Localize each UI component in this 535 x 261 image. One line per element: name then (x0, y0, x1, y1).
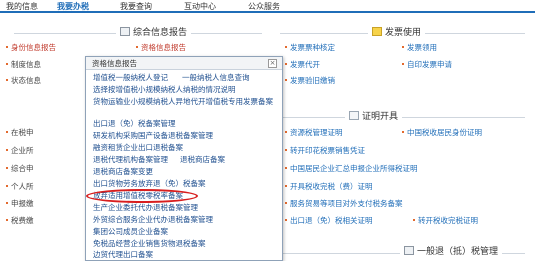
popup-item[interactable]: 退税代理机构备案管理 (93, 155, 168, 165)
section-comprehensive-title: 综合信息报告 (116, 26, 192, 40)
edit-icon (120, 27, 130, 36)
nav-query[interactable]: 我要查询 (120, 1, 152, 12)
certificate-item[interactable]: 中国税收居民身份证明 (402, 127, 482, 138)
left-item[interactable]: 身份信息报告 (6, 42, 56, 53)
invoice-item[interactable]: 发票代开 (285, 59, 320, 70)
invoice-icon (372, 27, 382, 36)
invoice-item[interactable]: 发票验旧缴销 (285, 75, 335, 86)
certificate-icon (349, 111, 359, 120)
popup-header: 资格信息报告 × (86, 57, 282, 70)
close-icon[interactable]: × (268, 59, 277, 68)
nav-public-service[interactable]: 公众服务 (248, 1, 280, 12)
qualification-report-link[interactable]: 资格信息报告 (136, 42, 186, 53)
certificate-item[interactable]: 转开税收完税证明 (413, 215, 478, 226)
popup-item[interactable]: 集团公司成员企业备案 (93, 227, 168, 237)
popup-item[interactable]: 生产企业委托代办退税备案管理 (93, 203, 198, 213)
section-invoice-title: 发票使用 (368, 26, 426, 40)
certificate-item[interactable]: 资源税管理证明 (285, 127, 343, 138)
popup-title: 资格信息报告 (92, 59, 137, 68)
popup-item[interactable]: 一般纳税人信息查询 (182, 73, 250, 83)
popup-item[interactable]: 出口退（免）税备案管理 (93, 119, 176, 129)
certificate-item[interactable]: 开具税收完税（费）证明 (285, 181, 373, 192)
left-item[interactable]: 企业所 (6, 145, 34, 156)
invoice-item[interactable]: 发票领用 (402, 42, 437, 53)
certificate-item[interactable]: 出口退（免）税相关证明 (285, 215, 373, 226)
nav-my-info[interactable]: 我的信息 (6, 1, 38, 12)
certificate-item[interactable]: 中国居民企业汇总申报企业所得税证明 (285, 163, 418, 174)
left-item[interactable]: 状态信息 (6, 75, 41, 86)
nav-tax-handling[interactable]: 我要办税 (57, 1, 89, 12)
top-nav: 我的信息 我要办税 我要查询 互动中心 公众服务 (0, 0, 535, 13)
section-divider (283, 117, 525, 118)
section-general-title: 一般退（抵）税管理 (400, 245, 503, 259)
invoice-item[interactable]: 自印发票申请 (402, 59, 452, 70)
left-item[interactable]: 在税申 (6, 127, 34, 138)
qualification-report-popup: 资格信息报告 × 增值税一般纳税人登记 一般纳税人信息查询 选择按增值税小规模纳… (85, 56, 283, 261)
certificate-item[interactable]: 转开印花税票销售凭证 (285, 145, 365, 156)
certificate-item[interactable]: 服务贸易等项目对外支付税务备案 (285, 198, 403, 209)
left-item[interactable]: 税费缴 (6, 215, 34, 226)
left-item[interactable]: 制度信息 (6, 59, 41, 70)
section-certificate-title: 证明开具 (345, 110, 403, 124)
left-item[interactable]: 个人所 (6, 181, 34, 192)
popup-item-highlighted[interactable]: 放弃适用增值税零税率备案 (93, 191, 183, 201)
popup-item[interactable]: 外贸综合服务企业代办退税备案管理 (93, 215, 213, 225)
popup-item[interactable]: 退税商店备案变更 (93, 167, 153, 177)
popup-item[interactable]: 退税商店备案 (180, 155, 225, 165)
edit-icon (404, 246, 414, 255)
left-item[interactable]: 申报缴 (6, 198, 34, 209)
popup-item[interactable]: 免税品经营企业销售货物退税备案 (93, 239, 206, 249)
left-item[interactable]: 综合申 (6, 163, 34, 174)
popup-item[interactable]: 研发机构采购国产设备退税备案管理 (93, 131, 213, 141)
popup-item[interactable]: 增值税一般纳税人登记 (93, 73, 168, 83)
popup-item[interactable]: 出口货物劳务放弃退（免）税备案 (93, 179, 206, 189)
popup-item[interactable]: 边贸代理出口备案 (93, 250, 153, 260)
popup-item[interactable]: 融资租赁企业出口退税备案 (93, 143, 183, 153)
popup-item[interactable]: 货物运输业小规模纳税人异地代开增值税专用发票备案 (93, 97, 277, 107)
nav-interaction[interactable]: 互动中心 (184, 1, 216, 12)
popup-item[interactable]: 选择按增值税小规模纳税人纳税的情况说明 (93, 85, 236, 95)
invoice-item[interactable]: 发票票种核定 (285, 42, 335, 53)
